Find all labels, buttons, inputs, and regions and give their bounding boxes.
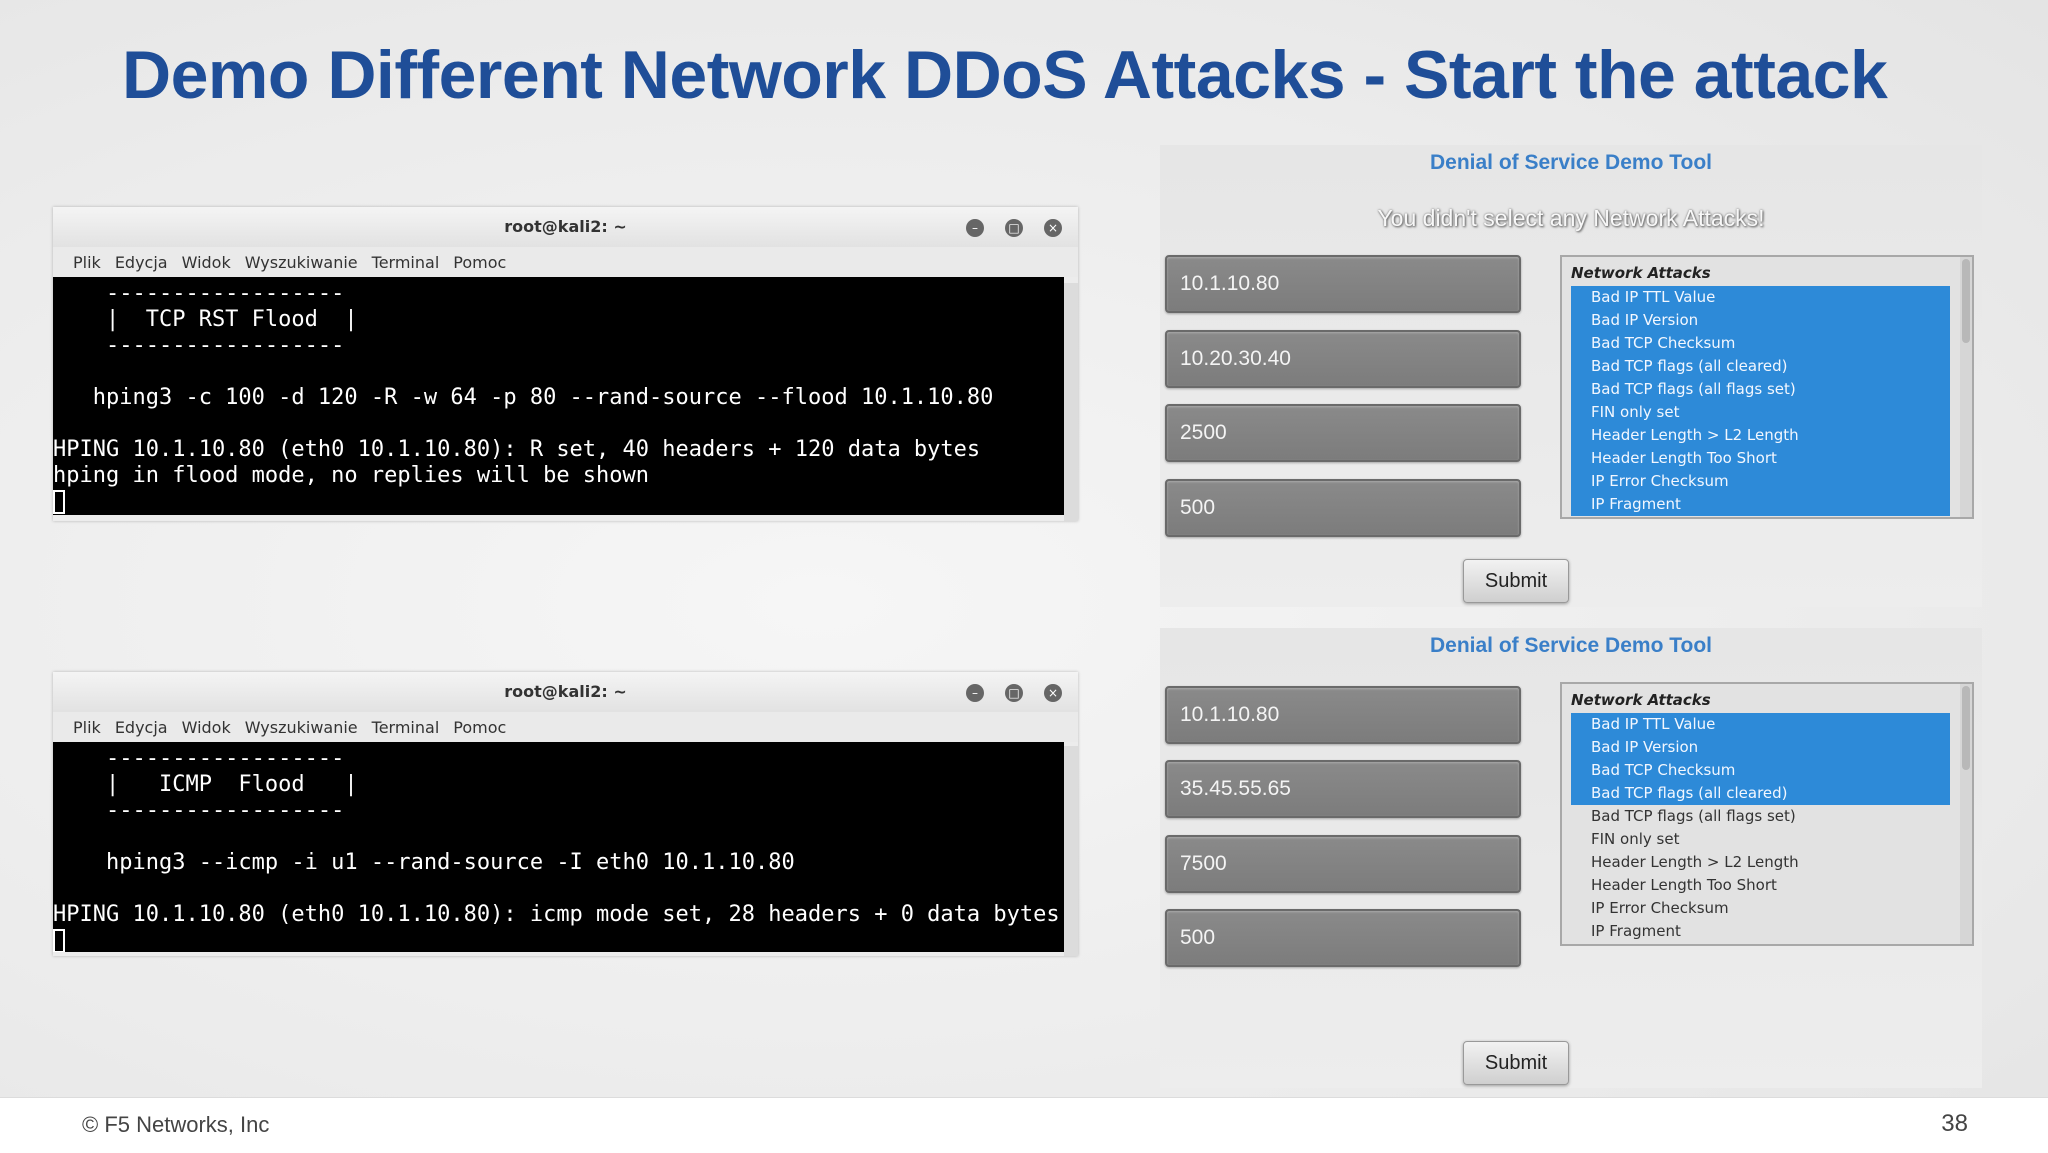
- network-attacks-list[interactable]: Network Attacks Bad IP TTL Value Bad IP V…: [1560, 255, 1974, 519]
- menu-pomoc[interactable]: Pomoc: [453, 718, 506, 737]
- dos-tool-panel-2: Denial of Service Demo Tool 10.1.10.80 3…: [1160, 628, 1982, 1088]
- submit-button[interactable]: Submit: [1463, 559, 1569, 603]
- list-scroll-thumb[interactable]: [1962, 259, 1970, 343]
- terminal-line: ------------------: [53, 281, 345, 306]
- attack-option[interactable]: Header Length > L2 Length: [1571, 851, 1950, 874]
- source-ip-input[interactable]: 10.20.30.40: [1165, 330, 1521, 388]
- attack-option[interactable]: Header Length Too Short: [1571, 447, 1950, 470]
- source-ip-input[interactable]: 35.45.55.65: [1165, 760, 1521, 818]
- attack-option[interactable]: Bad TCP flags (all flags set): [1571, 805, 1950, 828]
- terminal-line: hping in flood mode, no replies will be …: [53, 463, 650, 488]
- attack-option[interactable]: IP Error Checksum: [1571, 897, 1950, 920]
- menu-pomoc[interactable]: Pomoc: [453, 253, 506, 272]
- terminal-title: root@kali2: ~: [504, 682, 627, 701]
- menu-plik[interactable]: Plik: [73, 718, 101, 737]
- terminal-menubar: Plik Edycja Widok Wyszukiwanie Terminal …: [53, 247, 1078, 277]
- terminal-output[interactable]: ------------------ | ICMP Flood | ------…: [53, 742, 1064, 952]
- attack-option[interactable]: FIN only set: [1571, 828, 1950, 851]
- close-icon[interactable]: ×: [1044, 219, 1062, 237]
- attack-option[interactable]: Bad IP TTL Value: [1571, 713, 1950, 736]
- terminal-line: HPING 10.1.10.80 (eth0 10.1.10.80): icmp…: [53, 902, 1060, 927]
- submit-button[interactable]: Submit: [1463, 1041, 1569, 1085]
- terminal-title: root@kali2: ~: [504, 217, 627, 236]
- terminal-line: | TCP RST Flood |: [53, 307, 358, 332]
- menu-widok[interactable]: Widok: [182, 718, 231, 737]
- packet-count-input[interactable]: 7500: [1165, 835, 1521, 893]
- terminal-line: HPING 10.1.10.80 (eth0 10.1.10.80): R se…: [53, 437, 981, 462]
- attack-option[interactable]: IP Error Checksum: [1571, 470, 1950, 493]
- dos-tool-title: Denial of Service Demo Tool: [1429, 634, 1712, 657]
- menu-wyszukiwanie[interactable]: Wyszukiwanie: [245, 253, 358, 272]
- minimize-icon[interactable]: –: [966, 219, 984, 237]
- attack-option[interactable]: Bad TCP Checksum: [1571, 759, 1950, 782]
- footer-copyright: © F5 Networks, Inc: [82, 1112, 270, 1137]
- terminal-line: ------------------: [53, 746, 345, 771]
- target-ip-input[interactable]: 10.1.10.80: [1165, 686, 1521, 744]
- dos-tool-panel-1: Denial of Service Demo Tool You didn't s…: [1160, 145, 1982, 607]
- maximize-icon[interactable]: □: [1005, 219, 1023, 237]
- attack-option[interactable]: Header Length Too Short: [1571, 874, 1950, 897]
- list-scrollbar[interactable]: [1960, 684, 1972, 944]
- terminal-line: hping3 -c 100 -d 120 -R -w 64 -p 80 --ra…: [53, 385, 994, 410]
- menu-terminal[interactable]: Terminal: [372, 718, 440, 737]
- packet-rate-input[interactable]: 500: [1165, 909, 1521, 967]
- terminal-line: hping3 --icmp -i u1 --rand-source -I eth…: [53, 850, 795, 875]
- slide-title: Demo Different Network DDoS Attacks - St…: [122, 37, 1888, 113]
- menu-edycja[interactable]: Edycja: [115, 718, 168, 737]
- network-attacks-list[interactable]: Network Attacks Bad IP TTL Value Bad IP V…: [1560, 682, 1974, 946]
- terminal-titlebar[interactable]: root@kali2: ~ – □ ×: [53, 672, 1078, 712]
- terminal-output[interactable]: ------------------ | TCP RST Flood | ---…: [53, 277, 1064, 515]
- dos-tool-title: Denial of Service Demo Tool: [1429, 151, 1712, 174]
- attack-option[interactable]: IP Fragment: [1571, 920, 1950, 943]
- minimize-icon[interactable]: –: [966, 684, 984, 702]
- attack-option[interactable]: Bad TCP flags (all cleared): [1571, 355, 1950, 378]
- menu-terminal[interactable]: Terminal: [372, 253, 440, 272]
- page-number: 38: [1941, 1110, 1968, 1137]
- list-scroll-thumb[interactable]: [1962, 686, 1970, 770]
- list-scrollbar[interactable]: [1960, 257, 1972, 517]
- terminal-line: ------------------: [53, 333, 345, 358]
- attack-option[interactable]: IP Fragment: [1571, 493, 1950, 516]
- attack-option[interactable]: Header Length > L2 Length: [1571, 424, 1950, 447]
- terminal-scrollbar[interactable]: [1064, 746, 1078, 956]
- terminal-titlebar[interactable]: root@kali2: ~ – □ ×: [53, 207, 1078, 247]
- menu-widok[interactable]: Widok: [182, 253, 231, 272]
- maximize-icon[interactable]: □: [1005, 684, 1023, 702]
- terminal-window-icmp: root@kali2: ~ – □ × Plik Edycja Widok Wy…: [53, 672, 1078, 956]
- terminal-cursor: [53, 490, 65, 514]
- packet-count-input[interactable]: 2500: [1165, 404, 1521, 462]
- dos-error-message: You didn't select any Network Attacks!: [1377, 205, 1765, 231]
- attack-option[interactable]: Bad IP Version: [1571, 736, 1950, 759]
- slide-footer: © F5 Networks, Inc 38: [0, 1097, 2048, 1153]
- attack-option[interactable]: Bad TCP Checksum: [1571, 332, 1950, 355]
- menu-wyszukiwanie[interactable]: Wyszukiwanie: [245, 718, 358, 737]
- terminal-line: ------------------: [53, 798, 345, 823]
- packet-rate-input[interactable]: 500: [1165, 479, 1521, 537]
- terminal-scrollbar[interactable]: [1064, 283, 1078, 521]
- attack-option[interactable]: Bad TCP flags (all flags set): [1571, 378, 1950, 401]
- attack-option[interactable]: Bad IP Version: [1571, 309, 1950, 332]
- menu-edycja[interactable]: Edycja: [115, 253, 168, 272]
- network-attacks-header: Network Attacks: [1571, 264, 1711, 282]
- network-attacks-header: Network Attacks: [1571, 691, 1711, 709]
- terminal-line: | ICMP Flood |: [53, 772, 358, 797]
- terminal-cursor: [53, 929, 65, 952]
- close-icon[interactable]: ×: [1044, 684, 1062, 702]
- menu-plik[interactable]: Plik: [73, 253, 101, 272]
- terminal-menubar: Plik Edycja Widok Wyszukiwanie Terminal …: [53, 712, 1078, 742]
- attack-option[interactable]: Bad IP TTL Value: [1571, 286, 1950, 309]
- terminal-window-tcp-rst: root@kali2: ~ – □ × Plik Edycja Widok Wy…: [53, 207, 1078, 521]
- target-ip-input[interactable]: 10.1.10.80: [1165, 255, 1521, 313]
- attack-option[interactable]: Bad TCP flags (all cleared): [1571, 782, 1950, 805]
- attack-option[interactable]: FIN only set: [1571, 401, 1950, 424]
